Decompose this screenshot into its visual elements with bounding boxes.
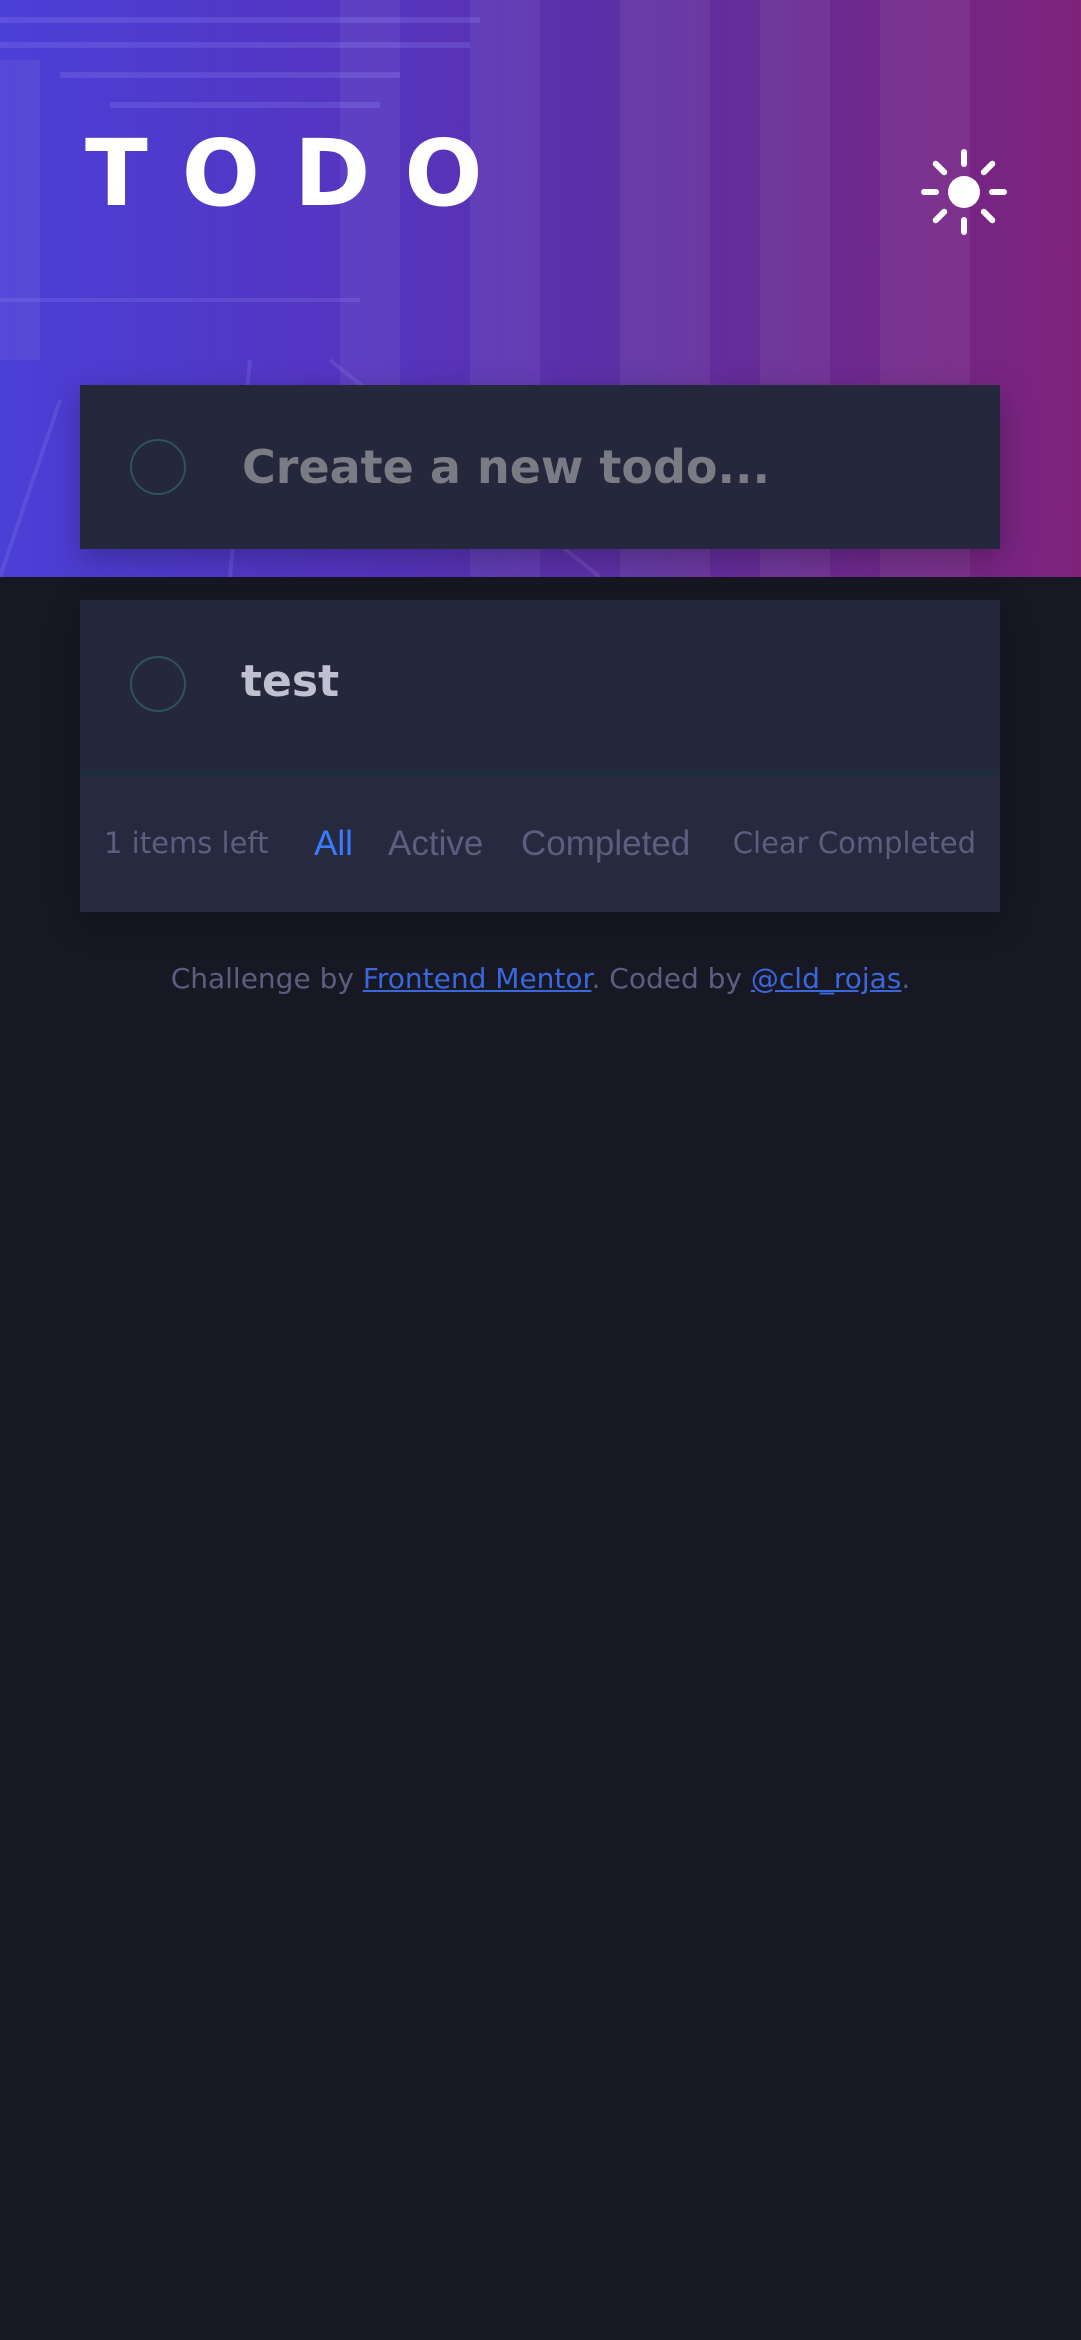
filter-active[interactable]: Active (388, 824, 483, 864)
attribution-suffix: . (901, 962, 911, 995)
todo-list-card: test 1 items left All Active Completed C… (80, 600, 1000, 912)
new-todo-card (80, 385, 1000, 549)
items-left-count: 1 items left (104, 826, 269, 860)
todo-item[interactable]: test (80, 600, 1000, 774)
app-title: TODO (85, 120, 517, 227)
filter-all[interactable]: All (314, 824, 353, 864)
theme-toggle-button[interactable] (920, 148, 1008, 236)
todo-list-footer: 1 items left All Active Completed Clear … (80, 774, 1000, 912)
sun-icon (921, 149, 1007, 235)
attribution-middle: . Coded by (591, 962, 751, 995)
clear-completed-button[interactable]: Clear Completed (733, 826, 976, 860)
filter-completed[interactable]: Completed (521, 824, 690, 864)
attribution-prefix: Challenge by (170, 962, 363, 995)
new-todo-input[interactable] (158, 425, 858, 509)
frontend-mentor-link[interactable]: Frontend Mentor (363, 962, 592, 995)
todo-item-checkbox[interactable] (130, 656, 186, 712)
attribution: Challenge by Frontend Mentor. Coded by @… (0, 962, 1081, 995)
todo-item-text: test (241, 656, 340, 707)
author-link[interactable]: @cld_rojas (751, 962, 902, 995)
